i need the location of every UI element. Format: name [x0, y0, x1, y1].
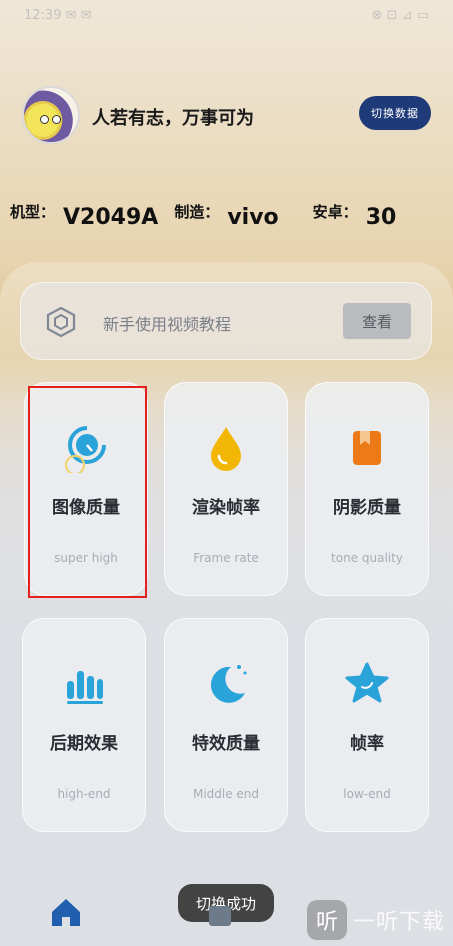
tutorial-row[interactable]: 新手使用视频教程 查看 — [20, 282, 432, 360]
card-label: 后期效果 — [50, 734, 118, 754]
drop-icon — [211, 427, 241, 471]
card-sub: Middle end — [192, 787, 260, 801]
card-sub: tone quality — [331, 551, 403, 565]
maker-value: vivo — [227, 205, 279, 230]
card-label: 帧率 — [350, 734, 384, 754]
card-sub: low-end — [343, 787, 391, 801]
card-label: 渲染帧率 — [192, 498, 260, 518]
status-right: ⊗ ⊡ ⊿ ▭ — [371, 8, 429, 23]
card-post-effects[interactable]: 后期效果 high-end — [22, 618, 146, 832]
star-icon — [345, 662, 389, 703]
bottom-nav: 听 一听下载 — [0, 886, 453, 946]
settings-panel — [0, 262, 453, 946]
hexagon-icon — [46, 306, 76, 338]
model-value: V2049A — [63, 205, 159, 230]
status-bar: 12:39 ✉ ✉ ⊗ ⊡ ⊿ ▭ — [24, 8, 429, 28]
view-button[interactable]: 查看 — [343, 303, 411, 339]
selected-highlight — [28, 386, 147, 598]
avatar-eye-left — [40, 115, 49, 124]
card-sub: Frame rate — [193, 551, 259, 565]
switch-data-button[interactable]: 切换数据 — [359, 96, 431, 130]
card-frame-rate[interactable]: 帧率 low-end — [305, 618, 429, 832]
motto-text: 人若有志，万事可为 — [92, 108, 254, 129]
watermark-badge: 听 — [306, 900, 347, 940]
card-shadow-quality[interactable]: 阴影质量 tone quality — [305, 382, 429, 596]
tutorial-title: 新手使用视频教程 — [103, 315, 232, 334]
profile-header: 人若有志，万事可为 切换数据 — [22, 86, 431, 146]
bars-icon — [67, 671, 103, 704]
card-frame-rate-render[interactable]: 渲染帧率 Frame rate — [164, 382, 288, 596]
model-label: 机型： — [10, 203, 56, 221]
watermark: 听 一听下载 — [306, 900, 445, 940]
card-label: 特效质量 — [192, 734, 260, 754]
status-left: 12:39 ✉ ✉ — [24, 8, 92, 23]
maker-label: 制造： — [174, 203, 220, 221]
watermark-text: 一听下载 — [352, 910, 445, 935]
android-value: 30 — [365, 205, 397, 230]
card-sub: high-end — [57, 787, 111, 801]
bookmark-icon — [353, 431, 381, 465]
android-label: 安卓： — [312, 203, 358, 221]
box-icon[interactable] — [205, 900, 235, 930]
avatar[interactable] — [22, 86, 80, 144]
moon-icon — [210, 665, 247, 703]
card-effect-quality[interactable]: 特效质量 Middle end — [164, 618, 288, 832]
avatar-eye-right — [52, 115, 61, 124]
device-info: 机型： V2049A 制造： vivo 安卓： 30 — [10, 190, 443, 230]
home-icon[interactable] — [46, 892, 86, 932]
card-label: 阴影质量 — [333, 498, 401, 518]
